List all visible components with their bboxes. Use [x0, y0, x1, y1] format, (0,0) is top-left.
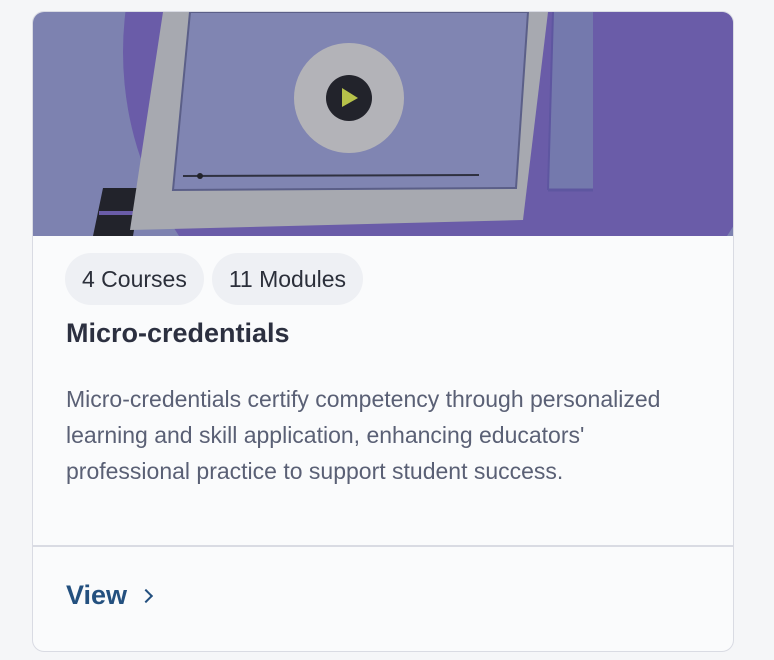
courses-count-badge: 4 Courses	[65, 253, 204, 305]
view-link-label: View	[66, 580, 128, 610]
modules-count-badge: 11 Modules	[211, 253, 364, 305]
chevron-right-icon	[138, 588, 154, 604]
view-link[interactable]: View	[66, 580, 154, 611]
card-title: Micro-credentials	[66, 318, 290, 348]
badge-group: 4 Courses 11 Modules	[65, 253, 364, 305]
divider	[33, 545, 733, 547]
course-card: 4 Courses 11 Modules Micro-credentials M…	[32, 11, 734, 652]
hero-image	[33, 12, 733, 236]
card-description: Micro-credentials certify competency thr…	[66, 386, 661, 484]
